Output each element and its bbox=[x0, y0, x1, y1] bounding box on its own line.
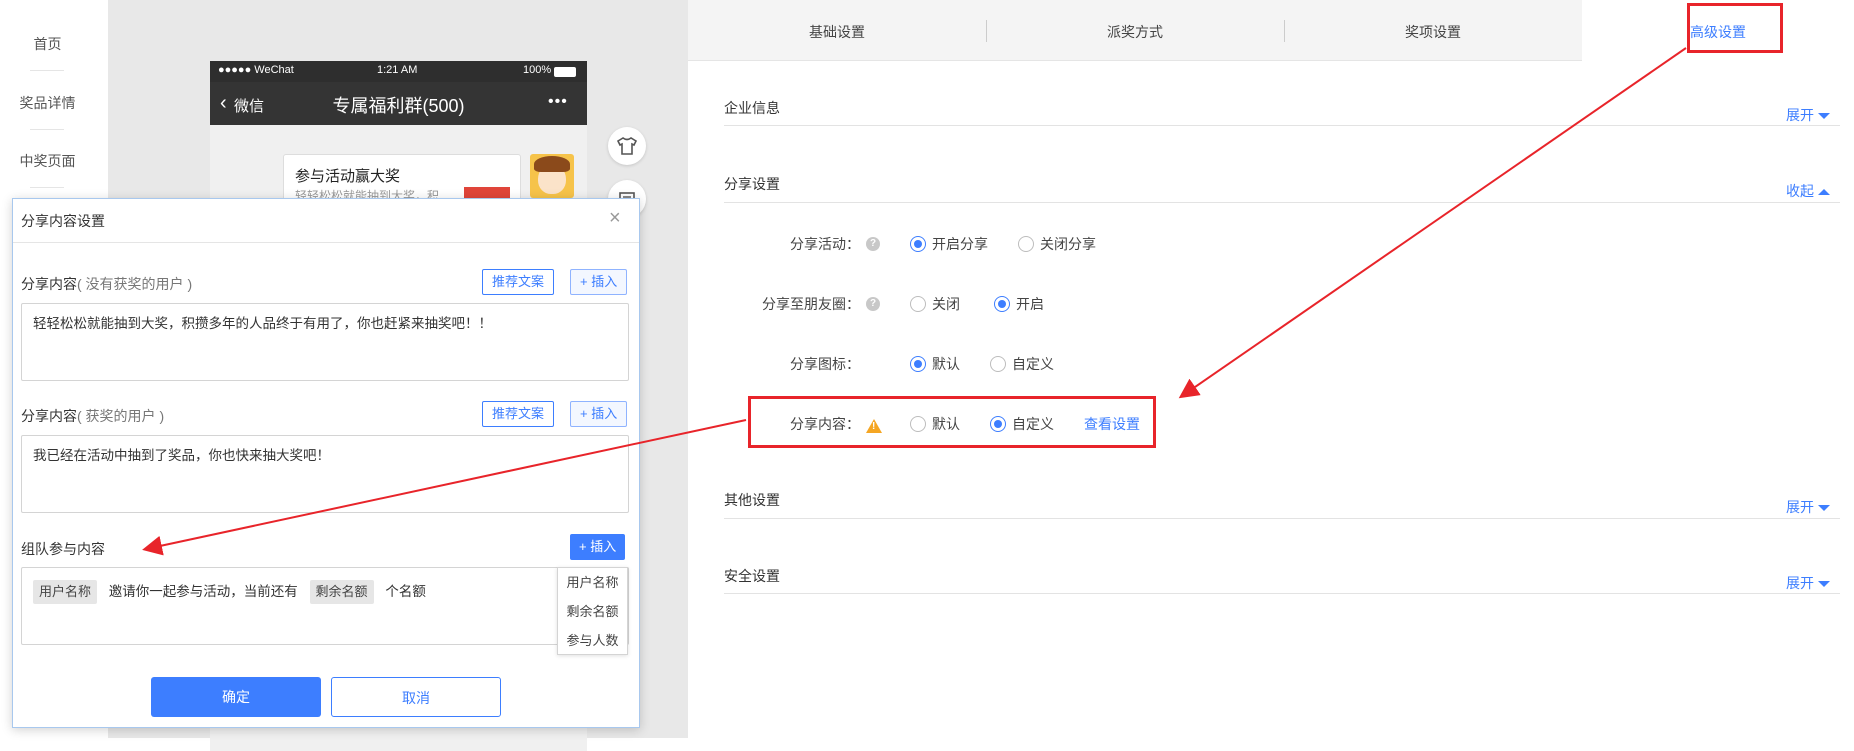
share-content-dialog: 分享内容设置 × 分享内容( 没有获奖的用户 ) 推荐文案 + 插入 轻轻松松就… bbox=[12, 198, 640, 728]
share-activity-label: 分享活动： bbox=[790, 236, 860, 252]
carrier-label: ●●●●● WeChat bbox=[218, 64, 294, 76]
tab-award-method[interactable]: 派奖方式 bbox=[986, 0, 1284, 61]
nav-divider bbox=[30, 129, 64, 130]
help-icon[interactable]: ? bbox=[866, 237, 880, 251]
section-title-other: 其他设置 bbox=[724, 492, 780, 508]
annotation-box-tab bbox=[1687, 3, 1783, 53]
share-icon-label: 分享图标： bbox=[790, 356, 860, 372]
recommend-copy-button[interactable]: 推荐文案 bbox=[482, 401, 555, 427]
team-text-part1: 邀请你一起参与活动，当前还有 bbox=[108, 584, 298, 599]
caret-down-icon bbox=[1818, 581, 1830, 588]
tag-remaining-slots[interactable]: 剩余名额 bbox=[309, 580, 374, 604]
section-title-enterprise: 企业信息 bbox=[724, 100, 780, 116]
message-title: 参与活动赢大奖 bbox=[295, 168, 401, 185]
radio-share-off[interactable]: 关闭分享 bbox=[1018, 234, 1096, 254]
avatar bbox=[530, 154, 574, 198]
more-icon[interactable]: ••• bbox=[548, 93, 568, 111]
annotation-box-share-content bbox=[748, 396, 1156, 448]
dialog-header: 分享内容设置 × bbox=[13, 199, 639, 243]
dropdown-option-remaining-slots[interactable]: 剩余名额 bbox=[558, 597, 627, 626]
dialog-title: 分享内容设置 bbox=[21, 213, 105, 229]
toggle-enterprise[interactable]: 展开 bbox=[1786, 105, 1830, 125]
tab-prize-settings[interactable]: 奖项设置 bbox=[1284, 0, 1582, 61]
insert-button[interactable]: + 插入 bbox=[570, 401, 628, 427]
time-label: 1:21 AM bbox=[377, 64, 418, 76]
shirt-icon[interactable] bbox=[608, 127, 646, 165]
chat-title: 专属福利群(500) bbox=[332, 96, 465, 116]
phone-status-bar: ●●●●● WeChat 1:21 AM 100% bbox=[210, 61, 587, 82]
field-label-team: 组队参与内容 bbox=[21, 541, 105, 557]
dropdown-option-user-name[interactable]: 用户名称 bbox=[558, 568, 627, 597]
settings-tabs: 基础设置 派奖方式 奖项设置 高级设置 bbox=[688, 0, 1854, 62]
nav-item-prize-detail[interactable]: 奖品详情 bbox=[0, 93, 95, 113]
share-text-no-prize[interactable]: 轻轻松松就能抽到大奖，积攒多年的人品终于有用了，你也赶紧来抽奖吧！！ bbox=[21, 303, 629, 381]
team-text-part2: 个名额 bbox=[385, 584, 426, 599]
battery-icon bbox=[554, 67, 576, 77]
recommend-copy-button[interactable]: 推荐文案 bbox=[482, 269, 555, 295]
tab-basic-settings[interactable]: 基础设置 bbox=[688, 0, 986, 61]
caret-up-icon bbox=[1818, 189, 1830, 196]
cancel-button[interactable]: 取消 bbox=[331, 677, 501, 717]
close-icon[interactable]: × bbox=[609, 207, 621, 230]
nav-item-win-page[interactable]: 中奖页面 bbox=[0, 151, 95, 171]
annotation-arrow-to-share-content bbox=[1178, 47, 1687, 399]
team-share-text[interactable]: 用户名称 邀请你一起参与活动，当前还有 剩余名额 个名额 bbox=[21, 567, 629, 645]
caret-down-icon bbox=[1818, 505, 1830, 512]
field-label-no-prize: 分享内容( 没有获奖的用户 ) bbox=[21, 276, 193, 292]
radio-icon-default[interactable]: 默认 bbox=[910, 354, 960, 374]
share-text-prize[interactable]: 我已经在活动中抽到了奖品，你也快来抽大奖吧！ bbox=[21, 435, 629, 513]
help-icon[interactable]: ? bbox=[866, 297, 880, 311]
dropdown-option-participants[interactable]: 参与人数 bbox=[558, 626, 627, 655]
insert-button[interactable]: + 插入 bbox=[570, 534, 626, 560]
field-label-prize: 分享内容( 获奖的用户 ) bbox=[21, 408, 165, 424]
radio-moments-off[interactable]: 关闭 bbox=[910, 294, 960, 314]
toggle-security[interactable]: 展开 bbox=[1786, 573, 1830, 593]
nav-divider bbox=[30, 70, 64, 71]
battery-label: 100% bbox=[523, 64, 552, 76]
section-title-security: 安全设置 bbox=[724, 568, 780, 584]
tag-user-name[interactable]: 用户名称 bbox=[33, 580, 98, 604]
section-title-share: 分享设置 bbox=[724, 176, 780, 192]
insert-dropdown: 用户名称 剩余名额 参与人数 bbox=[557, 567, 628, 655]
toggle-other[interactable]: 展开 bbox=[1786, 497, 1830, 517]
share-moments-label: 分享至朋友圈： bbox=[762, 296, 860, 312]
confirm-button[interactable]: 确定 bbox=[151, 677, 321, 717]
toggle-share[interactable]: 收起 bbox=[1786, 181, 1830, 201]
wechat-header: ‹ 微信 专属福利群(500) ••• bbox=[210, 82, 587, 125]
caret-down-icon bbox=[1818, 113, 1830, 120]
nav-item-home[interactable]: 首页 bbox=[0, 34, 95, 54]
insert-button[interactable]: + 插入 bbox=[570, 269, 628, 295]
radio-moments-on[interactable]: 开启 bbox=[994, 294, 1044, 314]
radio-share-on[interactable]: 开启分享 bbox=[910, 234, 988, 254]
nav-divider bbox=[30, 187, 64, 188]
radio-icon-custom[interactable]: 自定义 bbox=[990, 354, 1054, 374]
